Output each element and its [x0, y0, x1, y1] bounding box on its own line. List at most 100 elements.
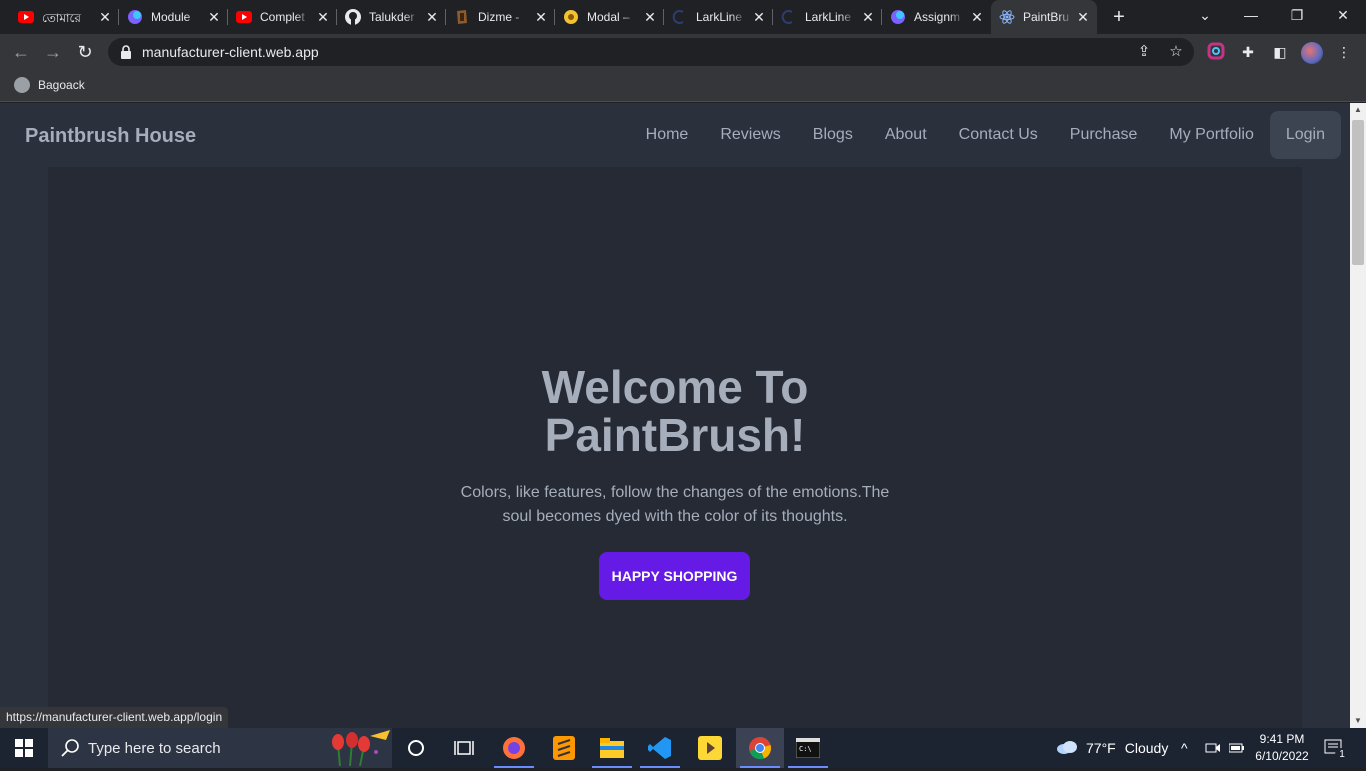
tab-module[interactable]: Module ✕: [119, 0, 228, 34]
tab-strip: তোমারে ✕ Module ✕ Complet ✕ Talukder ✕ D…: [0, 0, 1366, 34]
weather-temperature: 77°F: [1086, 740, 1116, 756]
url-text: manufacturer-client.web.app: [142, 44, 319, 60]
tab-title: LarkLine: [696, 10, 743, 24]
hero-title-line-2: PaintBrush!: [544, 409, 806, 461]
bookmarks-bar: Bagoack: [0, 70, 1366, 102]
site-brand[interactable]: Paintbrush House: [25, 125, 196, 148]
share-icon[interactable]: ⇪: [1135, 43, 1153, 61]
close-tab-icon[interactable]: ✕: [642, 9, 658, 25]
page-scrollbar[interactable]: ▲ ▼: [1350, 103, 1366, 728]
tab-title: Module: [151, 10, 191, 24]
nav-home[interactable]: Home: [630, 111, 705, 159]
close-window-button[interactable]: ✕: [1320, 0, 1366, 32]
search-icon: [60, 738, 80, 763]
nav-reviews[interactable]: Reviews: [704, 111, 796, 159]
address-bar[interactable]: manufacturer-client.web.app ⇪ ☆: [108, 38, 1194, 66]
tab-search-chevron-icon[interactable]: ⌄: [1182, 0, 1228, 32]
tab-title: Complet: [260, 10, 305, 24]
close-tab-icon[interactable]: ✕: [969, 9, 985, 25]
media-player-icon[interactable]: [686, 728, 734, 768]
restore-button[interactable]: ❐: [1274, 0, 1320, 32]
meet-now-icon[interactable]: [1205, 728, 1221, 768]
taskbar-search-box[interactable]: Type here to search: [48, 728, 392, 768]
nav-contact-us[interactable]: Contact Us: [943, 111, 1054, 159]
tab-assignment[interactable]: Assignm ✕: [882, 0, 991, 34]
happy-shopping-button[interactable]: HAPPY SHOPPING: [599, 552, 750, 600]
windows-start-icon[interactable]: [0, 728, 48, 768]
reload-icon[interactable]: ↻: [72, 39, 98, 65]
dizme-favicon-icon: [454, 9, 470, 25]
battery-icon[interactable]: [1229, 728, 1245, 768]
module-favicon-icon: [127, 9, 143, 25]
globe-icon: [14, 77, 30, 93]
tab-title: তোমারে: [42, 11, 81, 25]
firefox-icon[interactable]: [490, 728, 538, 768]
new-tab-button[interactable]: +: [1106, 5, 1132, 29]
tab-title: Assignm: [914, 10, 961, 24]
cloud-icon: [1056, 739, 1078, 758]
close-tab-icon[interactable]: ✕: [1075, 9, 1091, 25]
side-panel-icon[interactable]: ◧: [1270, 42, 1290, 62]
action-center-icon[interactable]: 1: [1324, 728, 1349, 768]
nav-blogs[interactable]: Blogs: [797, 111, 869, 159]
svg-text:C:\: C:\: [799, 745, 812, 753]
link-status-bubble: https://manufacturer-client.web.app/logi…: [0, 707, 229, 728]
weather-description: Cloudy: [1124, 740, 1169, 756]
sublime-text-icon[interactable]: [540, 728, 588, 768]
tab-paintbrush-active[interactable]: PaintBru ✕: [991, 0, 1097, 34]
file-explorer-icon[interactable]: [588, 728, 636, 768]
scroll-up-arrow-icon[interactable]: ▲: [1350, 103, 1366, 117]
nav-purchase[interactable]: Purchase: [1054, 111, 1154, 159]
close-tab-icon[interactable]: ✕: [206, 9, 222, 25]
sunflower-icon: [563, 9, 579, 25]
tab-youtube-2[interactable]: Complet ✕: [228, 0, 337, 34]
nav-about[interactable]: About: [869, 111, 943, 159]
bookmark-label: Bagoack: [38, 78, 85, 92]
more-menu-icon[interactable]: ⋮: [1334, 42, 1354, 62]
tab-youtube-1[interactable]: তোমারে ✕: [10, 0, 119, 34]
clock-time: 9:41 PM: [1259, 732, 1305, 746]
react-icon: [999, 9, 1015, 25]
forward-arrow-icon[interactable]: →: [40, 39, 66, 65]
close-tab-icon[interactable]: ✕: [315, 9, 331, 25]
cortana-icon[interactable]: [392, 728, 440, 768]
larkline-favicon-icon: [672, 9, 688, 25]
bookmark-star-icon[interactable]: ☆: [1167, 43, 1185, 61]
tab-title: PaintBru: [1023, 10, 1070, 24]
tab-title: LarkLine: [805, 10, 852, 24]
browser-toolbar: ← → ↻ manufacturer-client.web.app ⇪ ☆ ✚ …: [0, 34, 1366, 70]
tab-modal[interactable]: Modal – ✕: [555, 0, 664, 34]
tab-dizme[interactable]: Dizme - ✕: [446, 0, 555, 34]
assignment-favicon-icon: [890, 9, 906, 25]
chrome-icon[interactable]: [736, 728, 784, 768]
extension-colorful-icon[interactable]: [1206, 42, 1226, 62]
nav-my-portfolio[interactable]: My Portfolio: [1153, 111, 1269, 159]
weather-widget[interactable]: 77°F Cloudy: [1056, 728, 1168, 768]
lock-icon: [120, 45, 132, 64]
close-tab-icon[interactable]: ✕: [860, 9, 876, 25]
task-view-icon[interactable]: [440, 728, 488, 768]
close-tab-icon[interactable]: ✕: [533, 9, 549, 25]
taskbar-clock[interactable]: 9:41 PM 6/10/2022: [1250, 731, 1314, 765]
profile-avatar[interactable]: [1301, 42, 1323, 64]
page-viewport: Paintbrush House Home Reviews Blogs Abou…: [0, 103, 1350, 728]
back-arrow-icon[interactable]: ←: [8, 39, 34, 65]
site-navbar: Paintbrush House Home Reviews Blogs Abou…: [0, 103, 1350, 167]
scrollbar-thumb[interactable]: [1352, 120, 1364, 265]
close-tab-icon[interactable]: ✕: [97, 9, 113, 25]
bookmark-bagoack[interactable]: Bagoack: [14, 77, 85, 93]
scroll-down-arrow-icon[interactable]: ▼: [1350, 714, 1366, 728]
vscode-icon[interactable]: [636, 728, 684, 768]
tab-github[interactable]: Talukder ✕: [337, 0, 446, 34]
close-tab-icon[interactable]: ✕: [424, 9, 440, 25]
tab-larkline-1[interactable]: LarkLine ✕: [664, 0, 773, 34]
extensions-puzzle-icon[interactable]: ✚: [1238, 42, 1258, 62]
nav-login[interactable]: Login: [1269, 111, 1341, 159]
notification-count-badge: 1: [1335, 748, 1349, 762]
terminal-icon[interactable]: C:\: [784, 728, 832, 768]
tray-chevron-up-icon[interactable]: ^: [1181, 728, 1188, 768]
minimize-button[interactable]: —: [1228, 0, 1274, 32]
windows-taskbar: Type here to search C:\ 77°F Cloudy ^ 9:…: [0, 728, 1366, 768]
close-tab-icon[interactable]: ✕: [751, 9, 767, 25]
tab-larkline-2[interactable]: LarkLine ✕: [773, 0, 882, 34]
